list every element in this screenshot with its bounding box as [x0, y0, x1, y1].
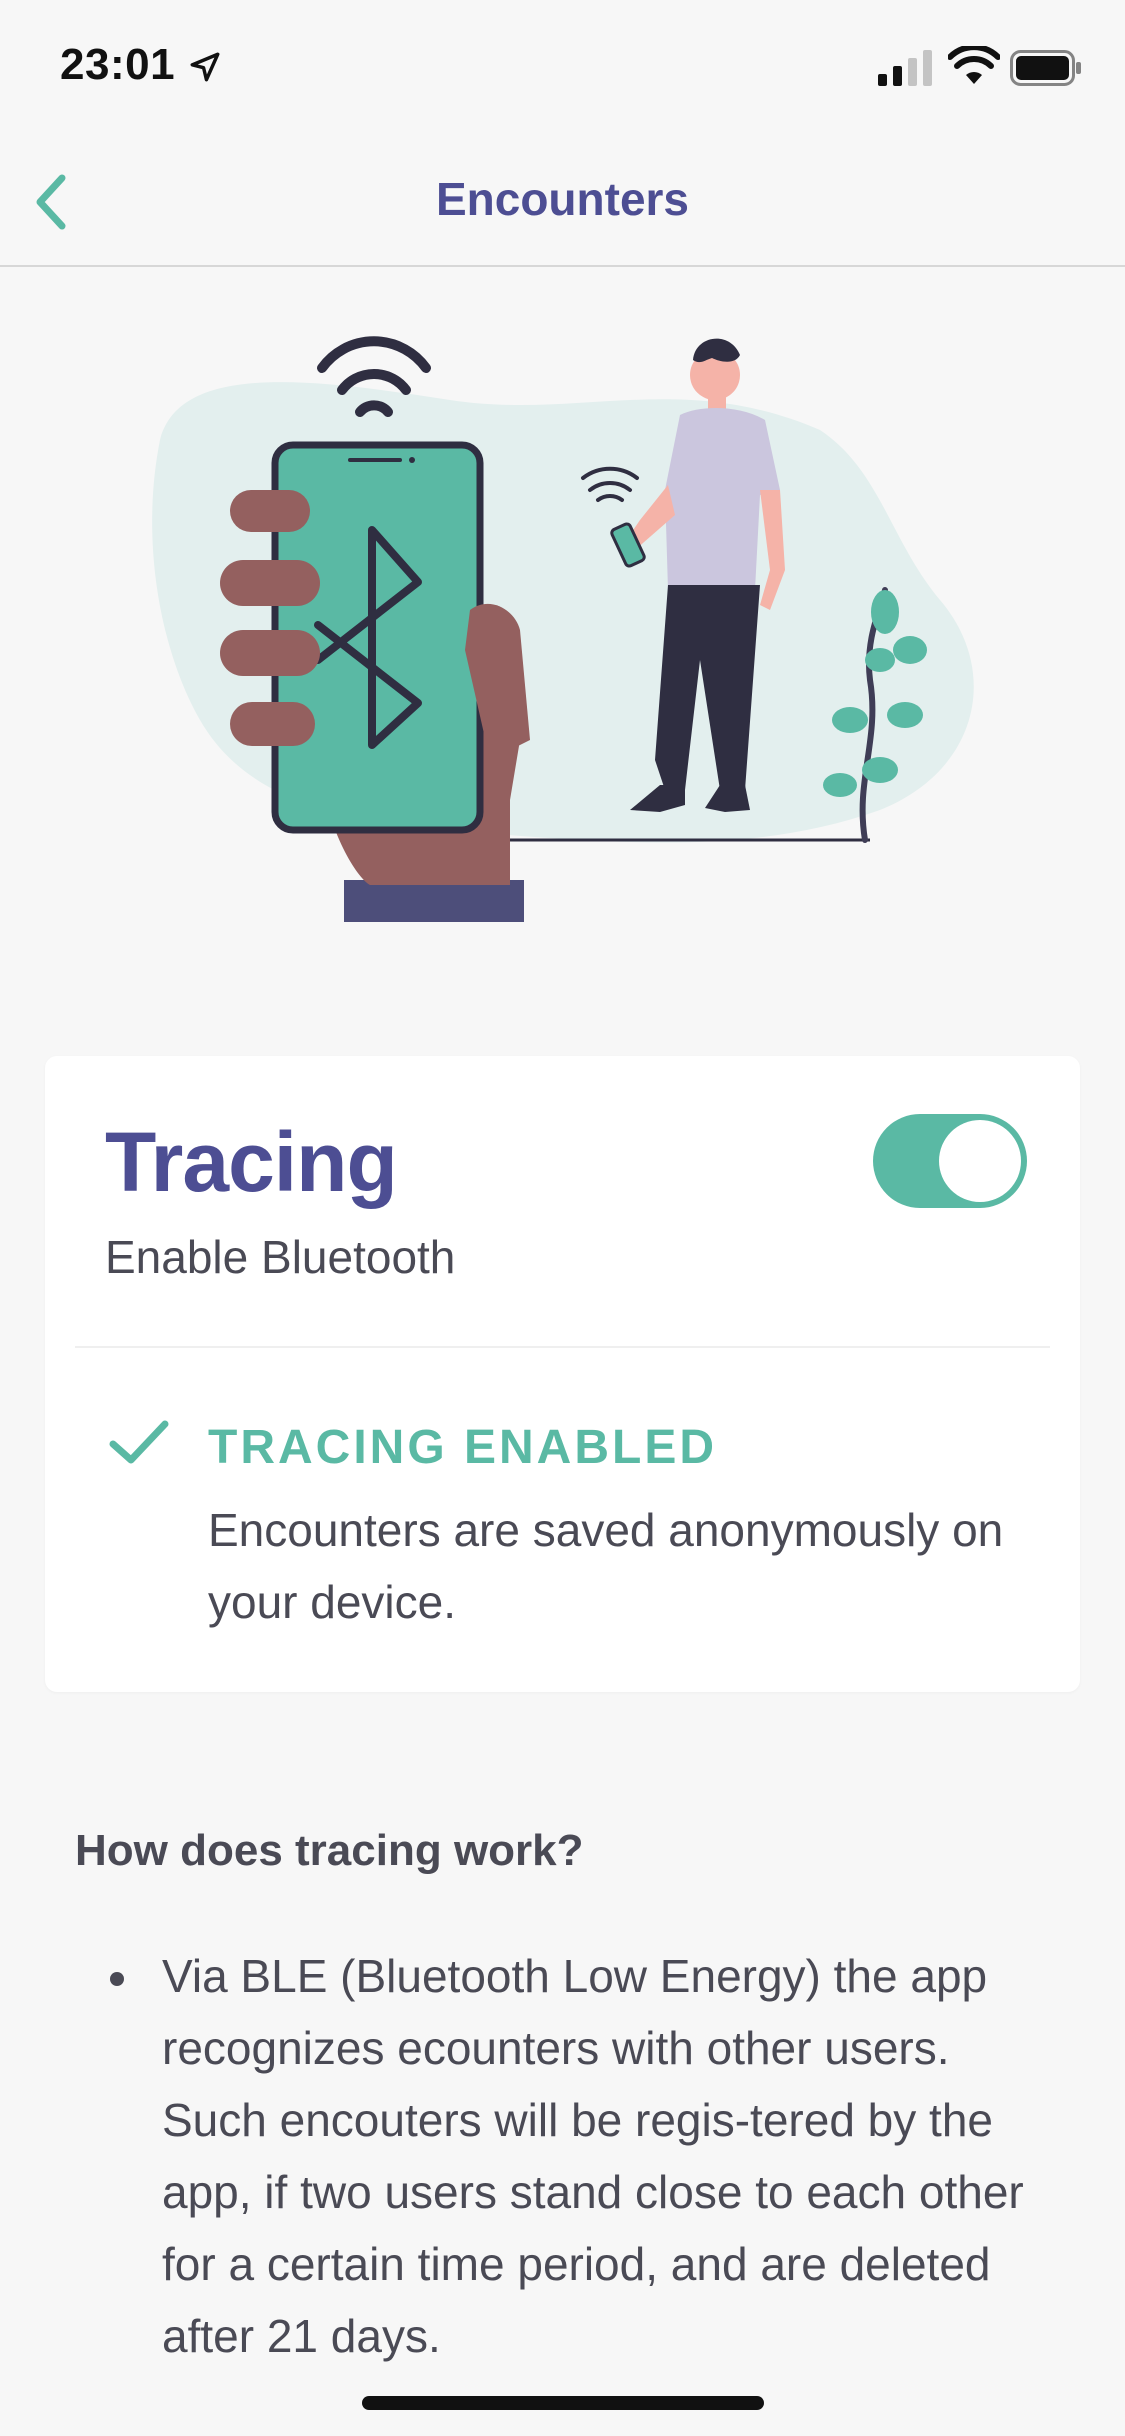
bullet-dot [110, 1972, 124, 1986]
status-label: TRACING ENABLED [208, 1421, 717, 1474]
location-arrow-icon [190, 52, 220, 82]
divider [75, 1346, 1050, 1348]
wifi-icon [948, 46, 1000, 84]
navigation-bar: Encounters [0, 140, 1125, 267]
signal-icon [878, 50, 932, 86]
status-time: 23:01 [60, 40, 176, 89]
section-heading: How does tracing work? [75, 1826, 584, 1875]
page-title: Encounters [435, 173, 690, 225]
toggle-knob [939, 1120, 1021, 1202]
status-bar: 23:01 [0, 0, 1125, 140]
check-icon [109, 1420, 169, 1464]
bluetooth-tracing-illustration [152, 336, 974, 922]
battery-icon [1010, 50, 1081, 86]
card-title: Tracing [105, 1115, 398, 1209]
card-subtitle: Enable Bluetooth [105, 1231, 456, 1283]
list-item: Via BLE (Bluetooth Low Energy) the app r… [162, 1950, 1024, 2362]
tracing-toggle[interactable] [873, 1114, 1027, 1208]
home-indicator[interactable] [362, 2396, 764, 2410]
tracing-card: Tracing Enable Bluetooth TRACING ENABLED… [45, 1056, 1080, 1692]
status-description: Encounters are saved anonymously on your… [208, 1504, 1004, 1628]
